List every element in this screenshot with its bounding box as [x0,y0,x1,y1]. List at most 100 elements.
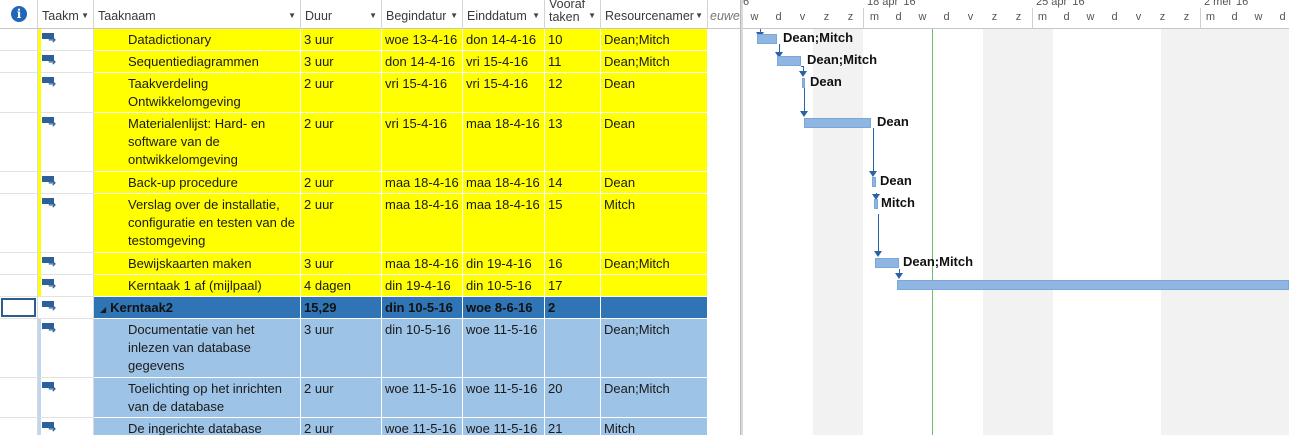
table-row[interactable]: ➜ Toelichting op het inrichten van de da… [0,378,740,418]
chevron-down-icon[interactable]: ▼ [695,11,703,20]
start-date-cell[interactable]: maa 18-4-16 [382,194,463,253]
column-header-voorafgaand[interactable]: Vooraf taken ▼ [545,0,601,29]
resource-names-cell[interactable]: Dean;Mitch [601,253,708,275]
add-column-cell[interactable] [708,172,740,194]
chevron-down-icon[interactable]: ▼ [532,11,540,20]
duration-cell[interactable]: 15,29 dagen [301,297,382,319]
predecessors-cell[interactable]: 21 [545,418,601,435]
column-header-einddatum[interactable]: Einddatum ▼ [463,0,545,29]
predecessors-cell[interactable]: 15 [545,194,601,253]
collapse-triangle-icon[interactable]: ◢ [100,305,106,314]
add-column-cell[interactable] [708,418,740,435]
table-row[interactable]: ➜ Verslag over de installatie, configura… [0,194,740,253]
resource-names-cell[interactable]: Mitch [601,418,708,435]
start-date-cell[interactable]: din 10-5-16 [382,297,463,319]
gantt-bar[interactable] [802,78,805,88]
add-column-cell[interactable] [708,297,740,319]
task-name-cell[interactable]: ◢ Kerntaak2 [94,297,301,319]
add-column-cell[interactable] [708,51,740,73]
resource-names-cell[interactable]: Dean [601,73,708,113]
table-row[interactable]: ➜ Bewijskaarten maken 3 uur maa 18-4-16 … [0,253,740,275]
add-column-cell[interactable] [708,73,740,113]
finish-date-cell[interactable]: maa 18-4-16 [463,113,545,172]
task-name-cell[interactable]: Bewijskaarten maken [94,253,301,275]
summary-task-row[interactable]: ➜ ◢ Kerntaak2 15,29 dagen din 10-5-16 woe… [0,297,740,319]
start-date-cell[interactable]: vri 15-4-16 [382,113,463,172]
add-column-cell[interactable] [708,194,740,253]
table-row[interactable]: ➜ Taakverdeling Ontwikkelomgeving 2 uur … [0,73,740,113]
duration-cell[interactable]: 3 uur [301,29,382,51]
resource-names-cell[interactable] [601,275,708,297]
duration-cell[interactable]: 2 uur [301,194,382,253]
chevron-down-icon[interactable]: ▼ [81,11,89,20]
gantt-bar[interactable] [874,199,878,209]
start-date-cell[interactable]: maa 18-4-16 [382,172,463,194]
resource-names-cell[interactable]: Dean [601,172,708,194]
resource-names-cell[interactable] [601,297,708,319]
predecessors-cell[interactable]: 14 [545,172,601,194]
predecessors-cell[interactable]: 13 [545,113,601,172]
start-date-cell[interactable]: woe 11-5-16 [382,418,463,435]
gantt-bar[interactable] [875,258,899,268]
duration-cell[interactable]: 3 uur [301,51,382,73]
resource-names-cell[interactable]: Dean;Mitch [601,29,708,51]
finish-date-cell[interactable]: woe 11-5-16 [463,319,545,378]
task-name-cell[interactable]: Datadictionary [94,29,301,51]
gantt-bar[interactable] [757,34,777,44]
column-header-taakmodus[interactable]: Taakm ▼ [38,0,94,29]
gantt-bar[interactable] [777,56,801,66]
finish-date-cell[interactable]: din 19-4-16 [463,253,545,275]
column-header-resourcenamen[interactable]: Resourcenamer ▼ [601,0,708,29]
add-column-cell[interactable] [708,29,740,51]
chevron-down-icon[interactable]: ▼ [288,11,296,20]
start-date-cell[interactable]: maa 18-4-16 [382,253,463,275]
predecessors-cell[interactable]: 12 [545,73,601,113]
gantt-bar[interactable] [872,177,876,187]
start-date-cell[interactable]: woe 13-4-16 [382,29,463,51]
duration-cell[interactable]: 2 uur [301,378,382,418]
task-name-cell[interactable]: Kerntaak 1 af (mijlpaal) [94,275,301,297]
task-name-cell[interactable]: Sequentiediagrammen [94,51,301,73]
duration-cell[interactable]: 4 dagen [301,275,382,297]
add-column-cell[interactable] [708,319,740,378]
resource-names-cell[interactable]: Mitch [601,194,708,253]
resource-names-cell[interactable]: Dean;Mitch [601,51,708,73]
add-column-cell[interactable] [708,113,740,172]
resource-names-cell[interactable]: Dean;Mitch [601,319,708,378]
gantt-bar[interactable] [897,280,1289,290]
table-row[interactable]: ➜ Kerntaak 1 af (mijlpaal) 4 dagen din 1… [0,275,740,297]
task-name-cell[interactable]: De ingerichte database [94,418,301,435]
chevron-down-icon[interactable]: ▼ [369,11,377,20]
duration-cell[interactable]: 2 uur [301,172,382,194]
start-date-cell[interactable]: din 19-4-16 [382,275,463,297]
predecessors-cell[interactable]: 11 [545,51,601,73]
table-row[interactable]: ➜ Documentatie van het inlezen van datab… [0,319,740,378]
table-row[interactable]: ➜ Materialenlijst: Hard- en software van… [0,113,740,172]
predecessors-cell[interactable]: 20 [545,378,601,418]
duration-cell[interactable]: 2 uur [301,73,382,113]
start-date-cell[interactable]: don 14-4-16 [382,51,463,73]
finish-date-cell[interactable]: woe 11-5-16 [463,378,545,418]
predecessors-cell[interactable] [545,319,601,378]
predecessors-cell[interactable]: 16 [545,253,601,275]
table-row[interactable]: ➜ De ingerichte database 2 uur woe 11-5-… [0,418,740,435]
add-column-cell[interactable] [708,253,740,275]
gantt-chart[interactable]: 6 18 apr '16 25 apr '16 2 mei '16 w d v z z m… [743,0,1289,435]
table-row[interactable]: ➜ Datadictionary 3 uur woe 13-4-16 don 1… [0,29,740,51]
start-date-cell[interactable]: din 10-5-16 [382,319,463,378]
task-name-cell[interactable]: Documentatie van het inlezen van databas… [94,319,301,378]
task-name-cell[interactable]: Verslag over de installatie, configurati… [94,194,301,253]
gantt-bar[interactable] [804,118,871,128]
add-column-cell[interactable] [708,275,740,297]
resource-names-cell[interactable]: Dean;Mitch [601,378,708,418]
duration-cell[interactable]: 2 uur [301,418,382,435]
finish-date-cell[interactable]: din 10-5-16 [463,275,545,297]
task-name-cell[interactable]: Toelichting op het inrichten van de data… [94,378,301,418]
finish-date-cell[interactable]: vri 15-4-16 [463,73,545,113]
add-column-cell[interactable] [708,378,740,418]
duration-cell[interactable]: 2 uur [301,113,382,172]
column-header-duur[interactable]: Duur ▼ [301,0,382,29]
finish-date-cell[interactable]: woe 11-5-16 [463,418,545,435]
finish-date-cell[interactable]: woe 8-6-16 [463,297,545,319]
finish-date-cell[interactable]: maa 18-4-16 [463,172,545,194]
